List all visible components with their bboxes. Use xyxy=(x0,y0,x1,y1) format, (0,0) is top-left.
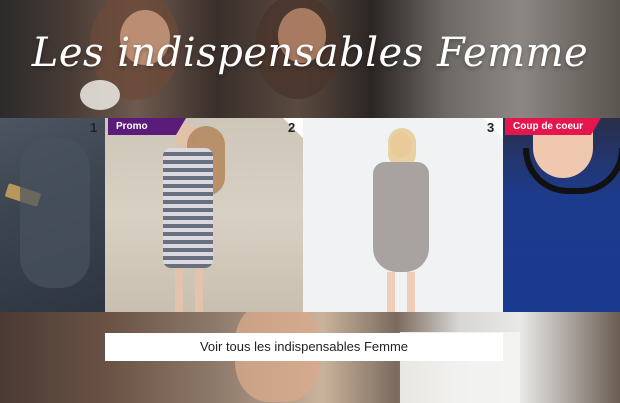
product-card-3[interactable] xyxy=(303,118,503,312)
product-number-2: 2 xyxy=(288,120,296,135)
model-leg-right xyxy=(195,268,203,312)
product-card-2[interactable] xyxy=(105,118,303,312)
page-title: Les indispensables Femme xyxy=(31,30,589,76)
collar xyxy=(523,148,620,194)
model-leg-right xyxy=(407,272,415,312)
product-number-1: 1 xyxy=(90,120,98,135)
product-card-1[interactable] xyxy=(0,118,105,312)
knit-dress xyxy=(373,162,429,272)
promo-badge: Promo xyxy=(108,118,186,135)
model-leg-left xyxy=(387,272,395,312)
product-number-3: 3 xyxy=(487,120,495,135)
product-card-4[interactable] xyxy=(503,118,620,312)
hero-banner: Les indispensables Femme 1 2 3 Promo Cou… xyxy=(0,0,620,403)
model-leg-left xyxy=(175,268,183,312)
view-all-button[interactable]: Voir tous les indispensables Femme xyxy=(105,333,503,361)
shirt-dress xyxy=(163,148,213,268)
coup-de-coeur-badge: Coup de coeur xyxy=(505,118,601,135)
